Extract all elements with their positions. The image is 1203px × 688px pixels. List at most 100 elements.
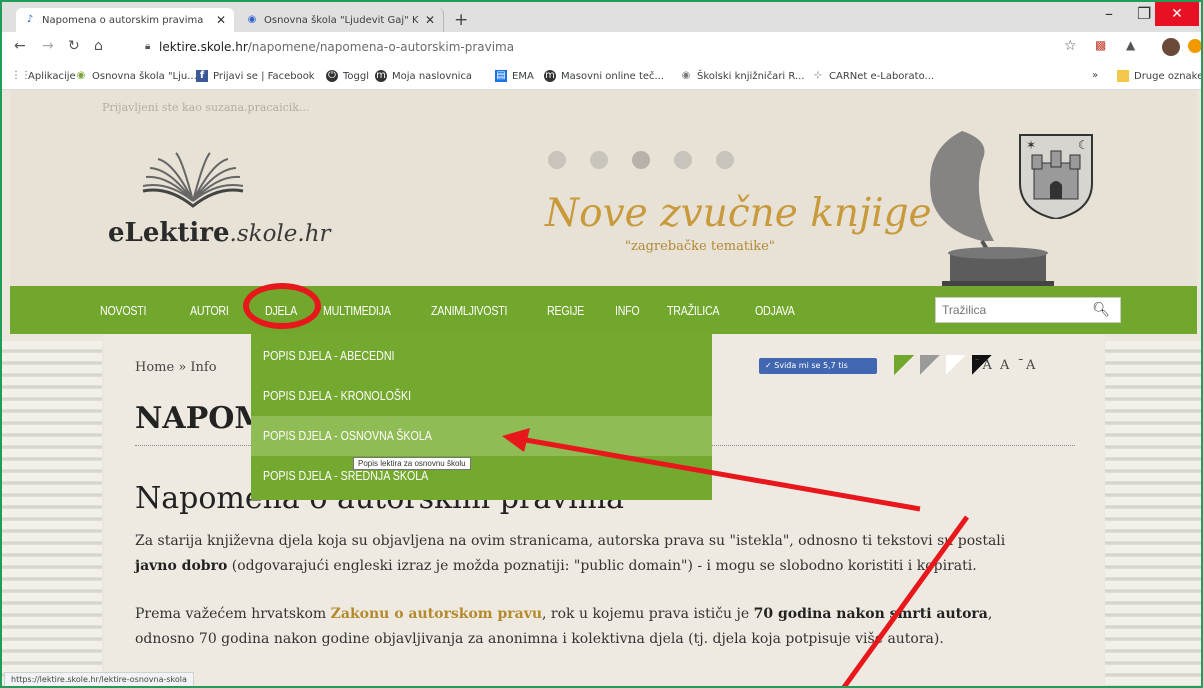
logged-in-text: Prijavljeni ste kao suzana.pracaicik... [102, 101, 310, 114]
moodle-icon: m [544, 70, 556, 82]
ema-icon: ▤ [495, 70, 507, 82]
address-bar[interactable]: lektire.skole.hr/napomene/napomena-o-aut… [159, 40, 514, 54]
bookmark-toggl[interactable]: ⏻ Toggl [326, 70, 369, 82]
zagreb-crest-icon: ✶ ☾ [1019, 134, 1093, 219]
font-size-controls[interactable]: ˉA A ˉA [974, 358, 1037, 373]
text-run: , [987, 606, 993, 622]
bookmark-aplikacije[interactable]: ⋮⋮ Aplikacije [11, 70, 76, 82]
facebook-like-button[interactable]: ✓ Sviđa mi se 5,7 tis [759, 358, 877, 374]
bookmark-label: CARNet e-Laborato... [829, 70, 935, 82]
dropdown-item-label: POPIS DJELA - ABECEDNI [263, 348, 395, 363]
slider-dot[interactable] [590, 151, 608, 169]
text-run: , rok u kojemu prava ističu je [542, 606, 754, 622]
slider-dot[interactable] [548, 151, 566, 169]
slider-dot[interactable] [716, 151, 734, 169]
bookmarks-bar: ⋮⋮ Aplikacije ◉ Osnovna škola "Lju... f … [2, 64, 1201, 90]
theme-swatch-green[interactable] [894, 355, 914, 375]
site-search: 🔍︎ [935, 297, 1121, 323]
slider-dot[interactable] [632, 151, 650, 169]
tooltip: Popis lektira za osnovnu školu [353, 457, 471, 470]
nav-regije[interactable]: REGIJE [547, 303, 584, 318]
folder-icon [1117, 70, 1129, 82]
close-tab-icon[interactable]: ✕ [216, 13, 226, 27]
bookmark-label: Osnovna škola "Lju... [92, 70, 197, 82]
bookmark-label: Školski knjižničari R... [697, 70, 805, 82]
tab-osnovna-skola[interactable]: ◉ Osnovna škola "Ljudevit Gaj" Kr... ✕ [238, 8, 444, 32]
bookmark-label: Masovni online teč... [561, 70, 665, 82]
nav-odjava[interactable]: ODJAVA [755, 303, 795, 318]
new-tab-button[interactable]: + [454, 10, 468, 30]
bookmark-masovni[interactable]: m Masovni online teč... [544, 70, 664, 82]
bold-text: 70 godina nakon smrti autora [753, 606, 988, 622]
bookmark-knjiznicari[interactable]: ◉ Školski knjižničari R... [680, 70, 805, 82]
text-run: odnosno 70 godina nakon godine objavljiv… [135, 631, 944, 647]
profile-avatar[interactable] [1162, 38, 1180, 56]
theme-swatch-white[interactable] [946, 355, 966, 375]
url-host: lektire.skole.hr [159, 40, 248, 54]
star-icon[interactable]: ☆ [1064, 38, 1077, 54]
maximize-icon[interactable]: ❐ [1137, 4, 1151, 23]
nav-info[interactable]: INFO [615, 303, 640, 318]
slider-dot[interactable] [674, 151, 692, 169]
bookmark-osnovna-skola[interactable]: ◉ Osnovna škola "Lju... [75, 70, 197, 82]
school-favicon-icon: ◉ [247, 14, 257, 25]
extension-icon[interactable]: ▩ [1095, 38, 1106, 52]
extension-icon[interactable]: ▲ [1126, 38, 1135, 52]
paragraph-1: Za starija književna djela koja su objav… [135, 529, 1075, 579]
paragraph-2: Prema važećem hrvatskom Zakonu o autorsk… [135, 602, 1075, 652]
carnet-icon: ⊹ [813, 70, 823, 81]
nav-multimedija[interactable]: MULTIMEDIJA [323, 303, 391, 318]
search-icon[interactable]: 🔍︎ [1092, 302, 1110, 318]
slider-dots [548, 151, 734, 169]
nav-zanimljivosti[interactable]: ZANIMLJIVOSTI [431, 303, 507, 318]
text-run: (odgovarajući engleski izraz je možda po… [227, 558, 977, 574]
dropdown-item-srednja-skola[interactable]: POPIS DJELA - SREDNJA ŠKOLA [251, 456, 712, 496]
bookmarks-more-button[interactable]: » [1092, 70, 1098, 81]
nav-novosti[interactable]: NOVOSTI [100, 303, 147, 318]
facebook-icon: f [196, 70, 208, 82]
dropdown-item-abecedni[interactable]: POPIS DJELA - ABECEDNI [251, 336, 712, 376]
extension-icon[interactable] [1188, 39, 1201, 53]
close-tab-icon[interactable]: ✕ [425, 13, 435, 27]
bookmark-label: Druge oznake [1134, 70, 1203, 82]
bookmarks-more-label: » [1092, 70, 1099, 81]
dropdown-item-label: POPIS DJELA - OSNOVNA ŠKOLA [263, 428, 432, 443]
bookmark-moja-naslovnica[interactable]: m Moja naslovnica [375, 70, 472, 82]
bookmark-facebook[interactable]: f Prijavi se | Facebook [196, 70, 315, 82]
lock-icon: 🔒︎ [145, 41, 151, 52]
toolbar: ← → ↻ ⌂ 🔒︎ lektire.skole.hr/napomene/nap… [2, 32, 1201, 64]
bookmark-label: Aplikacije [28, 70, 76, 82]
window-close-button[interactable]: ✕ [1155, 2, 1199, 26]
tab-title: Napomena o autorskim pravima [42, 14, 204, 26]
main-nav: NOVOSTI AUTORI DJELA MULTIMEDIJA ZANIMLJ… [10, 286, 1197, 334]
nav-trazilica[interactable]: TRAŽILICA [667, 303, 720, 318]
dropdown-item-osnovna-skola[interactable]: POPIS DJELA - OSNOVNA ŠKOLA [251, 416, 712, 456]
bookmark-carnet[interactable]: ⊹ CARNet e-Laborato... [812, 70, 934, 82]
nav-autori[interactable]: AUTORI [190, 303, 229, 318]
minimize-icon[interactable]: – [1105, 4, 1113, 23]
reload-icon[interactable]: ↻ [68, 38, 80, 54]
decorative-stripes [2, 341, 102, 686]
audio-favicon-icon: ♪ [26, 14, 34, 25]
back-icon[interactable]: ← [14, 38, 26, 54]
banner-title: Nove zvučne knjige [545, 191, 932, 236]
bookmark-other[interactable]: Druge oznake [1117, 70, 1203, 82]
bookmark-label: Moja naslovnica [392, 70, 473, 82]
logo-domain-text: .skole.hr [229, 221, 331, 247]
tab-napomena[interactable]: ♪ Napomena o autorskim pravima ✕ [16, 8, 234, 32]
bookmark-ema[interactable]: ▤ EMA [495, 70, 534, 82]
home-icon[interactable]: ⌂ [94, 38, 103, 54]
dropdown-item-kronoloski[interactable]: POPIS DJELA - KRONOLOŠKI [251, 376, 712, 416]
site-logo[interactable]: eLektire.skole.hr [108, 218, 331, 248]
copyright-law-link[interactable]: Zakonu o autorskom pravu [331, 606, 542, 622]
search-input[interactable] [936, 298, 1086, 322]
book-logo-icon [142, 152, 244, 208]
breadcrumb[interactable]: Home » Info [135, 360, 217, 375]
moodle-icon: m [375, 70, 387, 82]
highlight-circle [243, 283, 321, 329]
url-path: /napomene/napomena-o-autorskim-pravima [247, 40, 515, 54]
decorative-stripes [1105, 341, 1201, 686]
theme-swatch-gray[interactable] [920, 355, 940, 375]
tab-title: Osnovna škola "Ljudevit Gaj" Kr... [264, 14, 419, 26]
forward-icon[interactable]: → [42, 38, 54, 54]
